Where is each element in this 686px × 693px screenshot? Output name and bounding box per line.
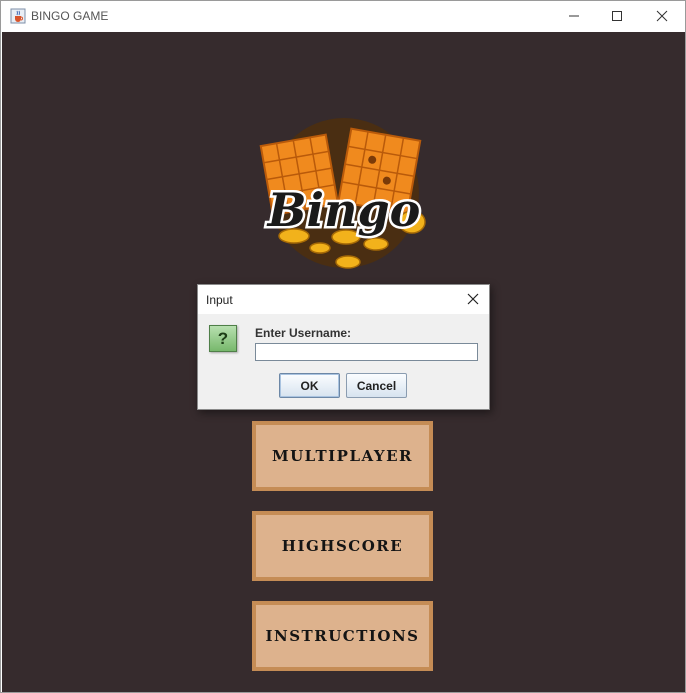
ok-button[interactable]: OK [279,373,340,398]
dialog-close-button[interactable] [463,289,483,309]
highscore-button[interactable]: HIGHSCORE [252,511,433,581]
title-bar[interactable]: BINGO GAME [1,1,685,31]
maximize-icon [612,11,622,21]
question-icon: ? [209,325,237,352]
username-prompt: Enter Username: [255,326,352,340]
instructions-button[interactable]: INSTRUCTIONS [252,601,433,671]
minimize-icon [569,15,579,17]
maximize-button[interactable] [594,1,640,31]
dialog-title-bar[interactable]: Input [198,285,489,314]
minimize-button[interactable] [551,1,597,31]
input-dialog: Input ? Enter Username: OK Cancel [197,284,490,410]
window-title: BINGO GAME [31,9,109,23]
multiplayer-button[interactable]: MULTIPLAYER [252,421,433,491]
window-close-button[interactable] [639,1,685,31]
dialog-title: Input [206,293,233,307]
logo-text: Bingo [266,183,421,237]
app-window: BINGO GAME Bingo MULTIPLAYER HIGHSCORE I… [0,0,686,693]
multiplayer-label: MULTIPLAYER [271,447,413,465]
close-icon [467,293,479,305]
instructions-label: INSTRUCTIONS [265,627,420,645]
java-cup-icon [10,8,26,24]
cancel-button[interactable]: Cancel [346,373,407,398]
highscore-label: HIGHSCORE [281,537,404,555]
bingo-logo: Bingo [259,118,426,269]
close-icon [656,10,668,22]
username-input[interactable] [255,343,478,361]
